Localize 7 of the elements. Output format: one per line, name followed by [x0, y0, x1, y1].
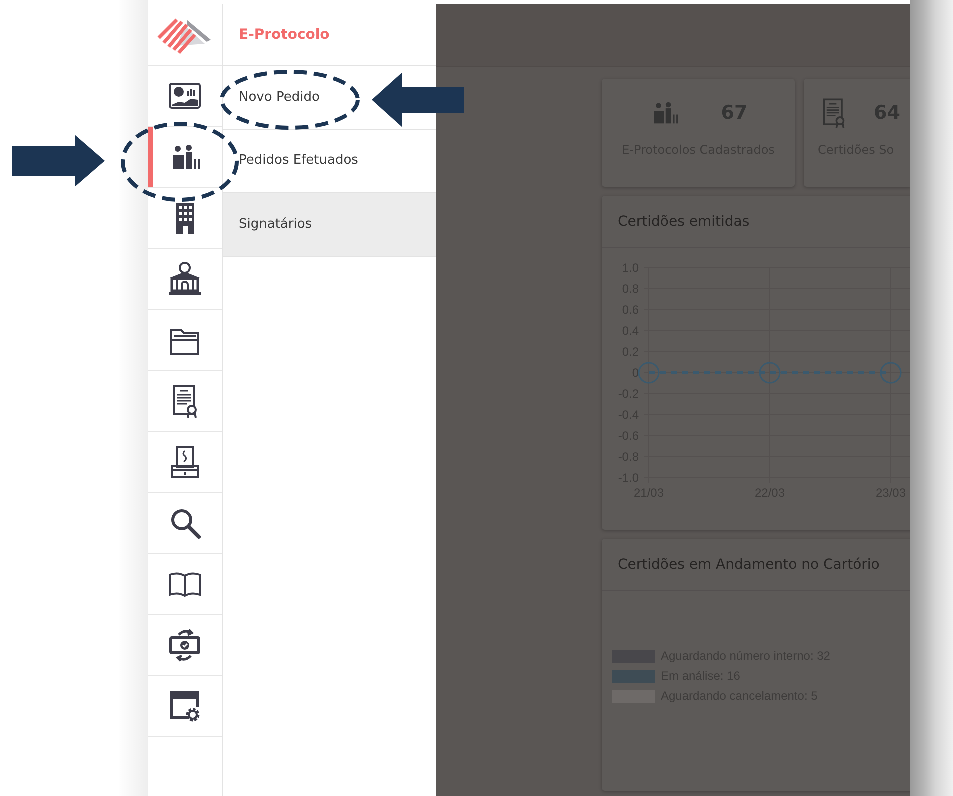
data-point [759, 362, 781, 384]
bank-icon [167, 261, 203, 297]
data-point [880, 362, 902, 384]
data-point [638, 362, 660, 384]
menu-item[interactable]: Signatários [223, 193, 436, 256]
money-exchange-icon [167, 627, 203, 663]
sidebar-item[interactable] [148, 127, 222, 188]
